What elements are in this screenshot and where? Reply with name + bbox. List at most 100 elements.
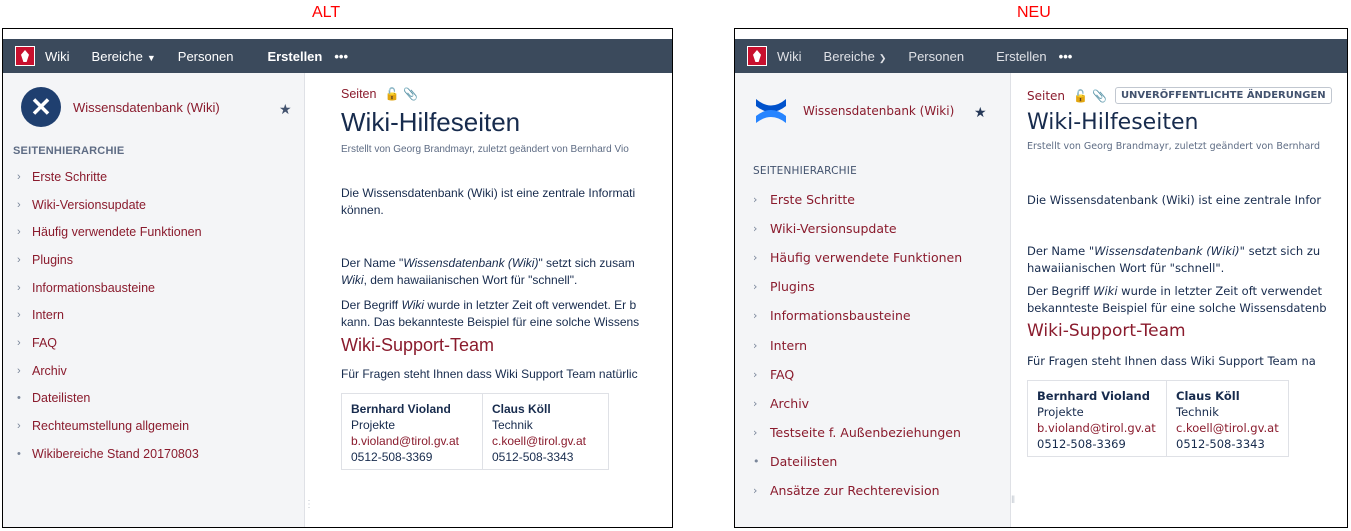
expand-chevron-icon[interactable]: › [17,254,32,266]
contact-name: Bernhard Violand [351,402,451,416]
expand-chevron-icon[interactable]: › [17,365,32,377]
table-row: Bernhard Violand Projekte b.violand@tiro… [341,393,609,470]
expand-chevron-icon[interactable]: › [753,222,770,235]
nav-wiki[interactable]: Wiki [45,49,70,64]
sidebar-page-link[interactable]: › Informationsbausteine [753,301,962,330]
expand-chevron-icon[interactable]: › [17,226,32,238]
nav-personen[interactable]: Personen [178,49,234,64]
page-byline: Erstellt von Georg Brandmayr, zuletzt ge… [1027,141,1321,152]
contact-email[interactable]: c.koell@tirol.gv.at [1176,420,1279,436]
space-header[interactable]: Wissensdatenbank (Wiki) [751,91,954,131]
paragraph-name: Der Name "Wissensdatenbank (Wiki)" setzt… [341,255,672,289]
sidebar-page-link[interactable]: › FAQ [753,360,962,389]
sidebar-resize-handle[interactable]: ‖ [1011,495,1015,506]
hierarchy-heading: SEITENHIERARCHIE [13,145,125,157]
space-header[interactable]: ✕ Wissensdatenbank (Wiki) [21,87,220,127]
sidebar-page-link[interactable]: › Wiki-Versionsupdate [753,214,962,243]
nav-erstellen[interactable]: Erstellen [267,49,322,64]
expand-chevron-icon[interactable]: › [753,251,770,264]
sidebar-page-link[interactable]: › Ansätze zur Rechterevision [753,476,962,505]
more-icon[interactable]: ••• [1059,49,1073,64]
p3-post: wurde in letzter Zeit oft verwendet [1117,284,1322,298]
breadcrumb-seiten[interactable]: Seiten [1027,89,1065,103]
more-icon[interactable]: ••• [334,49,348,64]
attachment-icon[interactable]: 📎 [1092,89,1107,103]
unpublished-changes-badge[interactable]: UNVERÖFFENTLICHTE ÄNDERUNGEN [1114,87,1332,104]
expand-chevron-icon[interactable]: › [753,280,770,293]
sidebar-page-label: Intern [770,337,808,353]
breadcrumb-seiten[interactable]: Seiten [341,87,376,101]
sidebar-page-link[interactable]: • Dateilisten [17,385,202,413]
sidebar-page-link[interactable]: › Häufig verwendete Funktionen [17,218,202,246]
sidebar-resize-handle[interactable]: ⋮ [304,499,314,510]
tirol-logo-icon[interactable] [15,46,35,66]
sidebar-page-link[interactable]: › Archiv [753,389,962,418]
sidebar-page-link[interactable]: › Intern [753,330,962,359]
breadcrumb: Seiten 🔓 📎 UNVERÖFFENTLICHTE ÄNDERUNGEN [1027,87,1347,104]
nav-wiki[interactable]: Wiki [777,49,802,64]
sidebar-page-link[interactable]: › Erste Schritte [17,163,202,191]
expand-chevron-icon[interactable]: › [753,339,770,352]
page-title: Wiki-Hilfeseiten [1027,110,1199,135]
sidebar-page-link[interactable]: › Intern [17,301,202,329]
expand-chevron-icon[interactable]: › [753,309,770,322]
sidebar-page-link[interactable]: › Wiki-Versionsupdate [17,191,202,219]
sidebar-page-link[interactable]: › Häufig verwendete Funktionen [753,243,962,272]
sidebar-page-link[interactable]: • Wikibereiche Stand 20170803 [17,440,202,468]
sidebar-page-link[interactable]: › Archiv [17,357,202,385]
contact-name: Claus Köll [492,402,551,416]
expand-chevron-icon[interactable]: › [753,426,770,439]
contact-email[interactable]: b.violand@tirol.gv.at [1037,420,1157,436]
sidebar-page-link[interactable]: • Dateilisten [753,447,962,476]
p2-em: Wissensdatenbank (Wiki) [403,256,539,270]
sidebar-page-link[interactable]: › Rechteumstellung allgemein [17,412,202,440]
contact-email[interactable]: b.violand@tirol.gv.at [351,433,473,449]
sidebar-page-link[interactable]: › FAQ [17,329,202,357]
sidebar-page-link[interactable]: › Plugins [753,272,962,301]
top-navigation-bar: Wiki Bereiche ▼ Personen Erstellen ••• [3,39,672,73]
nav-personen[interactable]: Personen [908,49,964,64]
expand-chevron-icon[interactable]: › [753,193,770,206]
paragraph-begriff: Der Begriff Wiki wurde in letzter Zeit o… [341,297,672,331]
nav-bereiche[interactable]: Bereiche ▼ [92,49,156,64]
paragraph-intro-line2: können. [341,203,384,217]
tirol-logo-icon[interactable] [747,46,767,66]
contact-email[interactable]: c.koell@tirol.gv.at [492,433,599,449]
space-name[interactable]: Wissensdatenbank (Wiki) [803,104,954,118]
expand-chevron-icon[interactable]: › [753,368,770,381]
attachment-icon[interactable]: 📎 [403,87,418,101]
sidebar-page-label: Dateilisten [32,391,91,406]
expand-chevron-icon[interactable]: › [17,309,32,321]
sidebar-page-label: Wiki-Versionsupdate [32,197,146,212]
sidebar-page-link[interactable]: › Plugins [17,246,202,274]
sidebar-page-label: Erste Schritte [770,192,855,208]
nav-erstellen[interactable]: Erstellen [996,49,1047,64]
sidebar-page-label: Häufig verwendete Funktionen [32,225,202,240]
nav-bereiche-label: Bereiche [823,48,875,64]
nav-bereiche[interactable]: Bereiche ❯ [824,49,887,64]
expand-chevron-icon[interactable]: › [17,420,32,432]
expand-chevron-icon[interactable]: › [753,397,770,410]
star-icon[interactable]: ★ [974,105,987,121]
space-name[interactable]: Wissensdatenbank (Wiki) [73,100,220,115]
contact-role: Projekte [351,418,396,432]
contacts-table: Bernhard Violand Projekte b.violand@tiro… [1027,380,1289,457]
expand-chevron-icon[interactable]: › [17,199,32,211]
sidebar-page-label: FAQ [770,366,795,382]
sidebar-page-link[interactable]: › Informationsbausteine [17,274,202,302]
contact-phone: 0512-508-3369 [351,450,433,464]
paragraph-name: Der Name "Wissensdatenbank (Wiki)" setzt… [1027,243,1347,277]
sidebar-page-link[interactable]: › Erste Schritte [753,185,962,214]
unlock-icon[interactable]: 🔓 [384,87,399,101]
page-tree: › Erste Schritte › Wiki-Versionsupdate › Häuf… [17,163,202,468]
expand-chevron-icon[interactable]: › [17,282,32,294]
p3-pre: Der Begriff [1027,284,1094,298]
sidebar-page-link[interactable]: › Testseite f. Außenbeziehungen [753,418,962,447]
page-title: Wiki-Hilfeseiten [341,107,521,137]
unlock-icon[interactable]: 🔓 [1073,89,1088,103]
expand-chevron-icon[interactable]: › [17,171,32,183]
star-icon[interactable]: ★ [279,101,292,118]
expand-chevron-icon[interactable]: › [17,337,32,349]
expand-chevron-icon[interactable]: › [753,484,770,497]
p2-pre: Der Name " [1027,244,1095,258]
